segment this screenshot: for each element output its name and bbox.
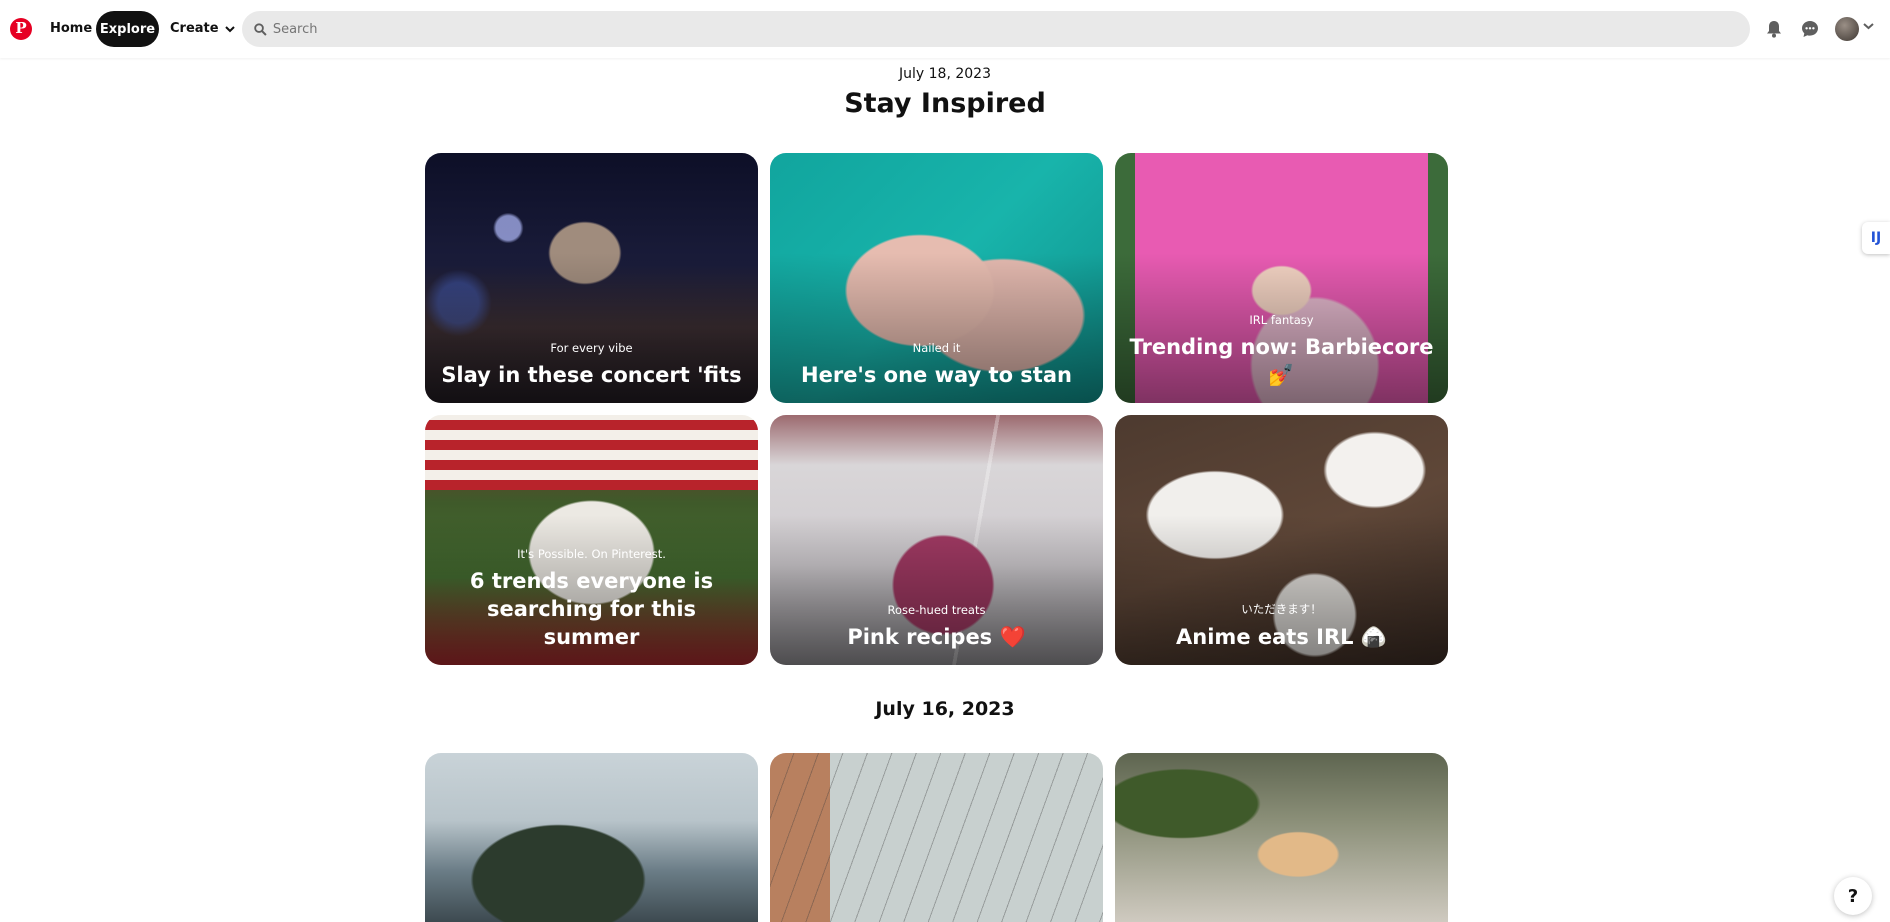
card-nails[interactable]: Nailed it Here's one way to stan xyxy=(770,153,1103,403)
chevron-down-icon xyxy=(224,26,235,33)
card-barbiecore[interactable]: IRL fantasy Trending now: Barbiecore 💅 xyxy=(1115,153,1448,403)
card-subtitle: For every vibe xyxy=(550,341,633,355)
card-subtitle: Nailed it xyxy=(912,341,961,355)
card-title: Trending now: Barbiecore 💅 xyxy=(1129,335,1434,387)
card-title: 6 trends everyone is searching for this … xyxy=(469,569,714,649)
search-input[interactable] xyxy=(272,21,1750,37)
card-text: Rose-hued treats Pink recipes ❤️ xyxy=(770,603,1103,651)
card-subtitle: It's Possible. On Pinterest. xyxy=(517,547,666,561)
account-chevron-down-icon[interactable] xyxy=(1863,22,1874,30)
card-castle-lake[interactable] xyxy=(425,753,758,922)
card-text: It's Possible. On Pinterest. 6 trends ev… xyxy=(425,547,758,651)
card-title: Slay in these concert 'fits xyxy=(441,363,742,387)
card-text: いただきます！ Anime eats IRL 🍙 xyxy=(1115,601,1448,651)
card-text: IRL fantasy Trending now: Barbiecore 💅 xyxy=(1115,313,1448,389)
card-text: Nailed it Here's one way to stan xyxy=(770,341,1103,389)
card-title: Here's one way to stan xyxy=(801,363,1072,387)
card-title: Pink recipes ❤️ xyxy=(847,625,1026,649)
extension-side-tab[interactable]: IJ xyxy=(1862,222,1890,254)
card-subtitle: IRL fantasy xyxy=(1249,313,1314,327)
section-date: July 18, 2023 xyxy=(899,66,991,82)
card-concert-fits[interactable]: For every vibe Slay in these concert 'fi… xyxy=(425,153,758,403)
avatar[interactable] xyxy=(1835,17,1859,41)
card-carousel-swings[interactable] xyxy=(770,753,1103,922)
card-title: Anime eats IRL 🍙 xyxy=(1176,625,1387,649)
card-text: For every vibe Slay in these concert 'fi… xyxy=(425,341,758,389)
logo-glyph: P xyxy=(15,19,27,37)
top-nav-bar: P Home Explore Create xyxy=(0,0,1890,58)
chat-icon[interactable] xyxy=(1798,17,1822,41)
help-button[interactable]: ? xyxy=(1834,877,1872,915)
bell-icon[interactable] xyxy=(1762,17,1786,41)
nav-home-link[interactable]: Home xyxy=(44,17,98,41)
card-summer-trends[interactable]: It's Possible. On Pinterest. 6 trends ev… xyxy=(425,415,758,665)
section-title: Stay Inspired xyxy=(844,88,1046,119)
search-bar[interactable] xyxy=(242,11,1750,47)
card-subtitle: Rose-hued treats xyxy=(887,603,986,617)
card-pink-recipes[interactable]: Rose-hued treats Pink recipes ❤️ xyxy=(770,415,1103,665)
pinterest-logo[interactable]: P xyxy=(10,18,32,40)
card-anime-eats[interactable]: いただきます！ Anime eats IRL 🍙 xyxy=(1115,415,1448,665)
nav-create-menu[interactable]: Create xyxy=(164,17,241,41)
card-cozy-room[interactable] xyxy=(1115,753,1448,922)
search-icon xyxy=(254,22,267,36)
section-date: July 16, 2023 xyxy=(875,698,1015,720)
nav-explore-tab[interactable]: Explore xyxy=(96,11,159,47)
nav-create-label: Create xyxy=(170,21,219,36)
card-subtitle: いただきます！ xyxy=(1241,602,1322,616)
